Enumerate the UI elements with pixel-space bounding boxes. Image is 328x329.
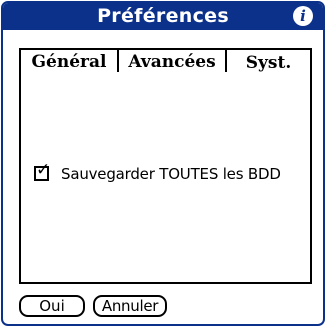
tab-bar: Général Avancées Syst. [19,48,312,74]
tab-general[interactable]: Général [19,48,119,74]
cancel-button[interactable]: Annuler [93,295,167,317]
dialog-title: Préférences [97,5,229,27]
checkmark-icon: ✓ [36,160,51,180]
preferences-dialog: Préférences i Général Avancées Syst. ✓ S… [1,1,325,326]
ok-button[interactable]: Oui [19,295,85,317]
backup-all-label[interactable]: Sauvegarder TOUTES les BDD [61,163,281,185]
tab-advanced[interactable]: Avancées [119,48,227,74]
info-icon[interactable]: i [293,6,313,26]
title-bar: Préférences i [3,3,323,30]
tab-system[interactable]: Syst. [227,48,312,74]
system-tab-panel: ✓ Sauvegarder TOUTES les BDD [19,72,312,284]
backup-all-checkbox[interactable]: ✓ [34,162,50,181]
